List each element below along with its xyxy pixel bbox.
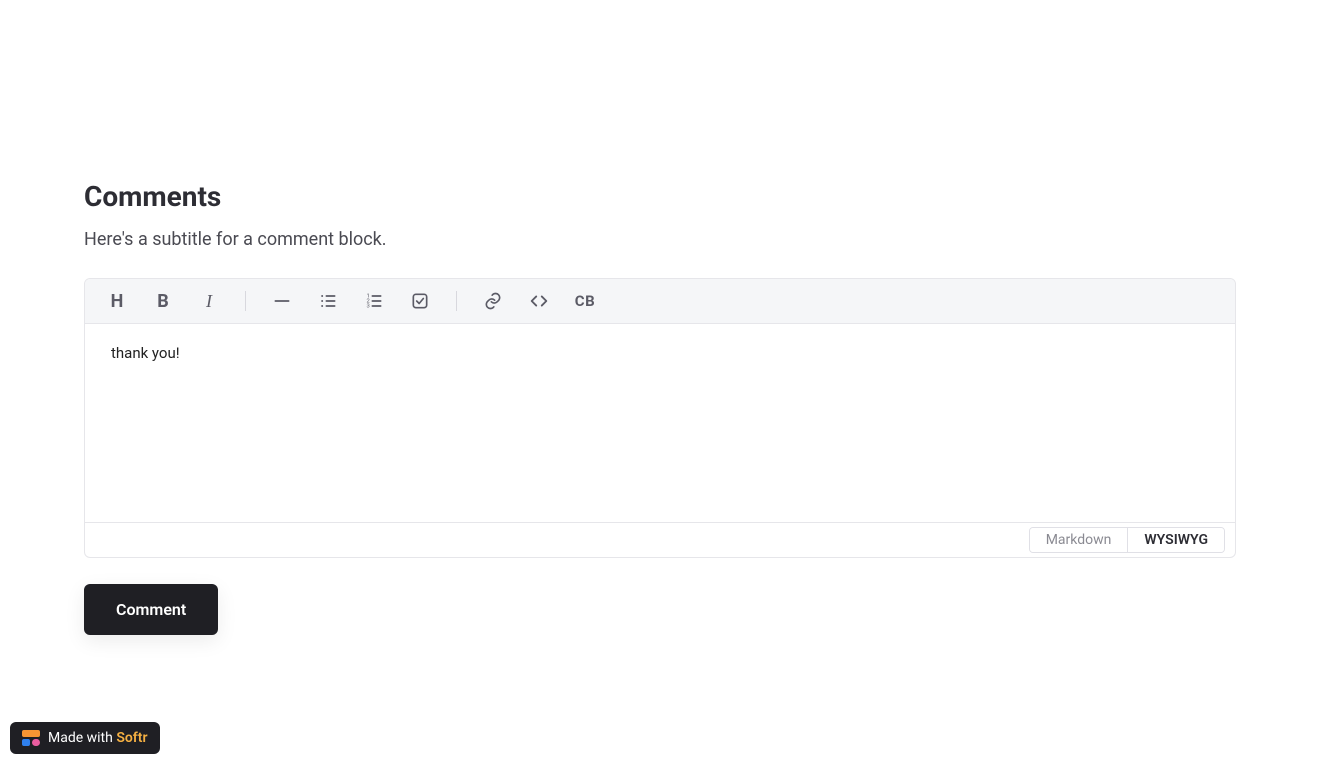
bullet-list-icon (318, 291, 338, 311)
code-inline-button[interactable] (527, 289, 551, 313)
submit-comment-button[interactable]: Comment (84, 584, 218, 635)
svg-text:3: 3 (367, 304, 370, 310)
horizontal-rule-button[interactable] (270, 289, 294, 313)
horizontal-rule-icon (272, 291, 292, 311)
code-block-button[interactable]: CB (573, 289, 597, 313)
toolbar-separator (456, 291, 457, 311)
comment-textarea[interactable]: thank you! (85, 324, 1235, 522)
heading-button[interactable]: H (105, 289, 129, 313)
comments-subtitle: Here's a subtitle for a comment block. (84, 229, 1236, 250)
editor-footer: Markdown WYSIWYG (85, 522, 1235, 557)
editor-toolbar: H B I 1 2 3 (85, 279, 1235, 324)
italic-button[interactable]: I (197, 289, 221, 313)
bullet-list-button[interactable] (316, 289, 340, 313)
link-button[interactable] (481, 289, 505, 313)
ordered-list-button[interactable]: 1 2 3 (362, 289, 386, 313)
code-icon (528, 290, 550, 312)
checkbox-icon (410, 291, 430, 311)
bold-button[interactable]: B (151, 289, 175, 313)
badge-brand: Softr (116, 730, 147, 746)
comments-title: Comments (84, 180, 1236, 213)
link-icon (483, 291, 503, 311)
made-with-softr-badge[interactable]: Made with Softr (10, 722, 160, 754)
ordered-list-icon: 1 2 3 (364, 291, 384, 311)
task-list-button[interactable] (408, 289, 432, 313)
markdown-mode-button[interactable]: Markdown (1030, 528, 1128, 552)
editor-mode-toggle: Markdown WYSIWYG (1029, 527, 1225, 553)
softr-logo-icon (22, 730, 40, 746)
badge-prefix: Made with (48, 730, 116, 746)
comment-editor: H B I 1 2 3 (84, 278, 1236, 558)
wysiwyg-mode-button[interactable]: WYSIWYG (1127, 528, 1224, 552)
badge-text: Made with Softr (48, 730, 148, 746)
toolbar-separator (245, 291, 246, 311)
